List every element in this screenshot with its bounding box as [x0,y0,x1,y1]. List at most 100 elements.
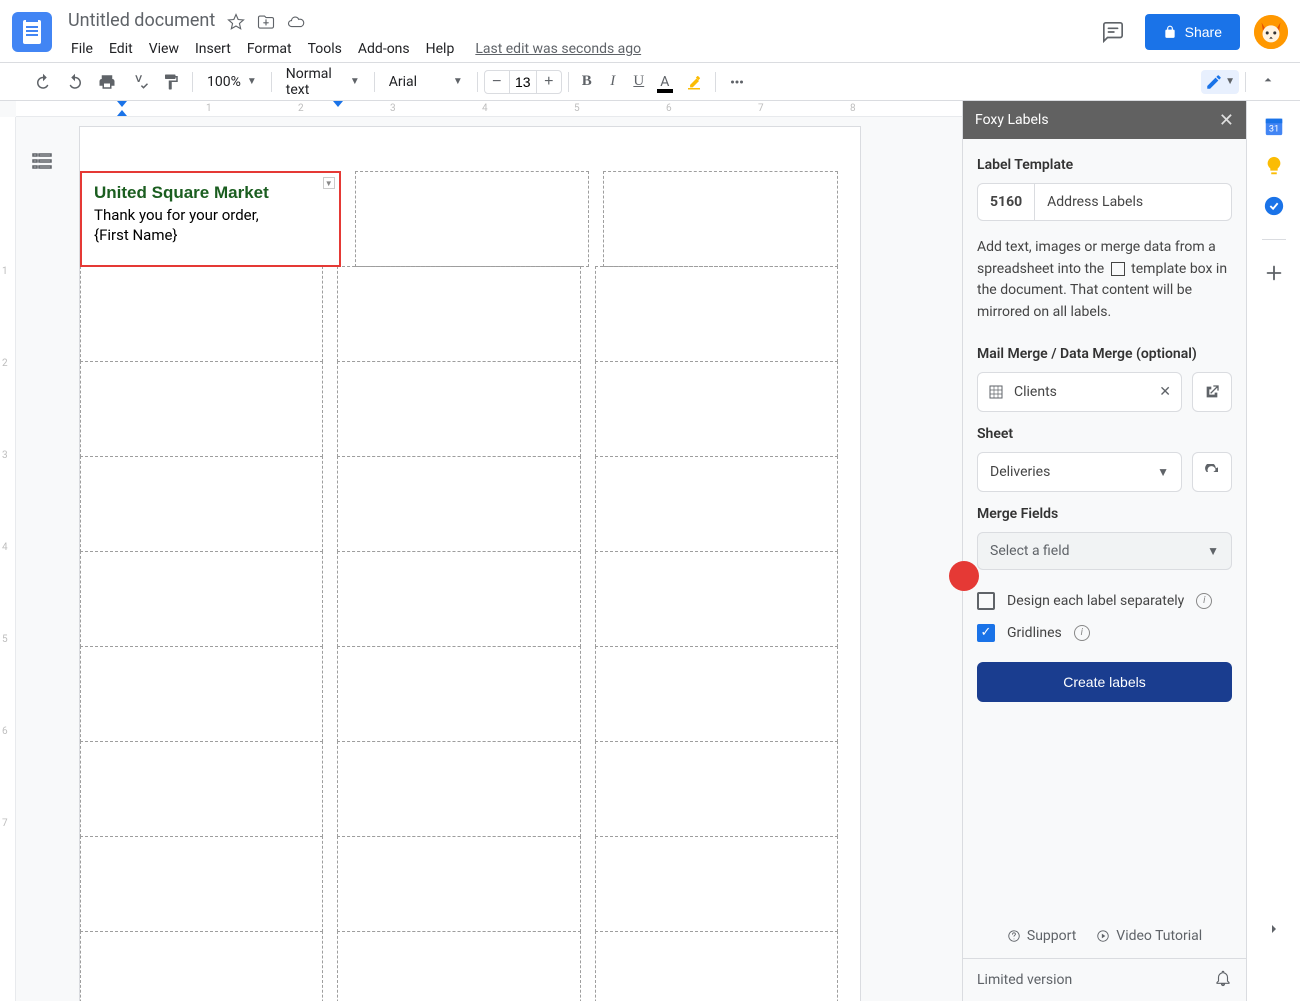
video-tutorial-link[interactable]: Video Tutorial [1096,928,1202,944]
design-separately-checkbox[interactable] [977,592,995,610]
ruler-first-line-indent[interactable] [117,101,127,107]
text-color-button[interactable]: A [653,69,677,95]
tasks-icon[interactable] [1263,195,1285,217]
document-page[interactable]: ▼ United Square Market Thank you for you… [80,127,860,1001]
header-actions: Share [1095,8,1288,50]
highlight-button[interactable] [679,69,709,95]
close-icon[interactable]: ✕ [1219,110,1234,131]
spellcheck-icon[interactable] [124,69,154,95]
label-cell[interactable] [80,931,323,1001]
font-size-decrease[interactable]: − [485,70,509,94]
label-cell[interactable] [337,931,580,1001]
label-cell[interactable] [337,456,580,552]
data-source-chip[interactable]: Clients ✕ [977,372,1182,412]
print-icon[interactable] [92,69,122,95]
edit-mode-select[interactable]: ▼ [1201,70,1239,94]
hide-rail-icon[interactable] [1266,921,1282,941]
create-labels-button[interactable]: Create labels [977,662,1232,702]
label-cell-template[interactable]: ▼ United Square Market Thank you for you… [80,171,341,267]
label-cell[interactable] [337,551,580,647]
cloud-status-icon[interactable] [287,13,305,31]
font-select[interactable]: Arial▼ [381,70,471,94]
lock-icon [1163,25,1177,39]
ruler-right-indent[interactable] [333,101,343,107]
info-icon[interactable]: i [1196,593,1212,609]
share-button[interactable]: Share [1145,14,1240,50]
bold-button[interactable]: B [575,69,599,95]
more-toolbar-icon[interactable] [722,69,752,95]
label-cell[interactable] [337,646,580,742]
menu-file[interactable]: File [64,37,100,61]
label-title: United Square Market [94,183,327,203]
label-cell[interactable] [595,646,838,742]
clear-source-icon[interactable]: ✕ [1159,384,1171,400]
label-cell[interactable] [595,361,838,457]
label-cell[interactable] [337,741,580,837]
last-edit-link[interactable]: Last edit was seconds ago [475,41,641,57]
redo-icon[interactable] [60,69,90,95]
label-cell[interactable] [595,266,838,362]
panel-status-bar: Limited version [963,958,1246,1001]
doc-title[interactable]: Untitled document [64,8,219,33]
label-cell[interactable] [337,361,580,457]
underline-button[interactable]: U [627,69,651,95]
move-icon[interactable] [257,13,275,31]
info-icon[interactable]: i [1074,625,1090,641]
label-cell[interactable] [595,741,838,837]
label-cell[interactable] [80,551,323,647]
docs-logo[interactable] [12,12,52,52]
font-size-increase[interactable]: + [537,70,561,94]
add-addon-icon[interactable] [1263,262,1285,284]
gridlines-checkbox[interactable]: ✓ [977,624,995,642]
horizontal-ruler[interactable]: 1 2 3 4 5 6 7 8 [16,101,962,117]
sheet-select[interactable]: Deliveries ▼ [977,452,1182,492]
italic-button[interactable]: I [601,69,625,95]
cell-dropdown-icon[interactable]: ▼ [323,177,335,189]
menu-edit[interactable]: Edit [102,37,140,61]
label-cell[interactable] [603,171,838,267]
undo-icon[interactable] [28,69,58,95]
label-cell[interactable] [595,931,838,1001]
app-header: Untitled document File Edit View Insert … [0,0,1300,62]
support-link[interactable]: Support [1007,928,1076,944]
open-source-icon[interactable] [1192,372,1232,412]
zoom-select[interactable]: 100%▼ [199,70,265,94]
font-size-input[interactable] [509,71,537,93]
menu-help[interactable]: Help [419,37,462,61]
label-cell[interactable] [595,551,838,647]
paint-format-icon[interactable] [156,69,186,95]
menu-view[interactable]: View [142,37,186,61]
menu-addons[interactable]: Add-ons [351,37,417,61]
comments-icon[interactable] [1095,14,1131,50]
label-cell[interactable] [337,836,580,932]
addon-panel: Foxy Labels ✕ Label Template 5160 Addres… [962,101,1246,1001]
label-cell[interactable] [80,456,323,552]
label-cell[interactable] [80,266,323,362]
menu-format[interactable]: Format [240,37,299,61]
label-cell[interactable] [595,836,838,932]
menu-tools[interactable]: Tools [301,37,349,61]
collapse-toolbar-icon[interactable] [1252,68,1284,96]
vertical-ruler[interactable]: 1 2 3 4 5 6 7 [0,117,16,1001]
menu-insert[interactable]: Insert [188,37,238,61]
refresh-icon[interactable] [1192,452,1232,492]
account-avatar[interactable] [1254,15,1288,49]
ruler-left-indent[interactable] [117,110,127,116]
notifications-icon[interactable] [1214,969,1232,991]
styles-select[interactable]: Normal text▼ [278,62,368,102]
label-cell[interactable] [337,266,580,362]
keep-icon[interactable] [1263,155,1285,177]
template-selector[interactable]: 5160 Address Labels [977,183,1232,221]
label-cell[interactable] [80,646,323,742]
label-cell[interactable] [80,741,323,837]
sheet-icon [988,384,1004,400]
label-cell[interactable] [80,836,323,932]
merge-field-select[interactable]: Select a field ▼ [977,532,1232,570]
label-cell[interactable] [355,171,590,267]
star-icon[interactable] [227,13,245,31]
label-cell[interactable] [595,456,838,552]
label-cell[interactable] [80,361,323,457]
side-rail: 31 [1246,101,1300,1001]
calendar-icon[interactable]: 31 [1263,115,1285,137]
label-grid: ▼ United Square Market Thank you for you… [80,172,838,1001]
